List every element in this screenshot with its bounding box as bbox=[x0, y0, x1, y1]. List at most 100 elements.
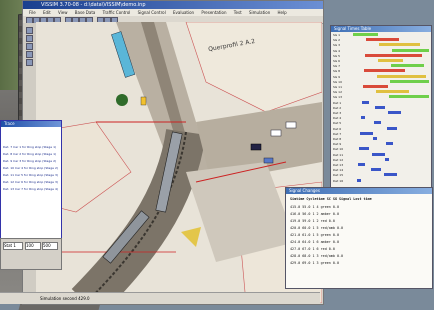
routes-mode-icon[interactable] bbox=[26, 43, 33, 50]
signal-row: SG 6 bbox=[333, 59, 429, 63]
signal-times-grid: SG 1 SG 2 SG 3 SG 4 SG 5 SG 6 SG 7 SG 8 SG 9 SG 1… bbox=[331, 33, 431, 187]
menu-help[interactable]: Help bbox=[278, 10, 287, 15]
window-title: VISSIM 3.70-08 - d:\data\VISSIM\demo.inp bbox=[41, 2, 146, 8]
connectors-mode-icon[interactable] bbox=[26, 35, 33, 42]
signal-row: Det 8 bbox=[333, 137, 429, 141]
signal-row: Det 7 bbox=[333, 131, 429, 136]
signal-row: Det 3 bbox=[333, 111, 429, 115]
signal-row: Det 15 bbox=[333, 173, 429, 177]
stat-field[interactable]: Stat 1 bbox=[3, 242, 23, 250]
signal-row-label: SG 5 bbox=[333, 53, 341, 58]
table-row: 427.0 67.0 1 6 red 0.0 bbox=[290, 247, 335, 251]
menu-base-data[interactable]: Base Data bbox=[75, 10, 96, 15]
signal-row-label: SG 3 bbox=[333, 43, 341, 48]
signal-bar bbox=[387, 126, 397, 130]
signal-row: SG 10 bbox=[333, 79, 429, 84]
trace-controls: Stat 1 100 500 bbox=[0, 238, 62, 270]
signal-bar bbox=[374, 121, 381, 125]
signal-row-label: Det 10 bbox=[333, 147, 344, 152]
signal-times-title[interactable]: Signal Times Table bbox=[331, 26, 431, 32]
signal-bar bbox=[377, 74, 426, 78]
signal-bar bbox=[384, 173, 397, 177]
signal-row: Det 12 bbox=[333, 157, 429, 162]
signal-row-label: SG 1 bbox=[333, 33, 341, 37]
signal-bar bbox=[375, 105, 385, 109]
trace-line: Det. 9 Car 3 for Ring stop (Stage 2) bbox=[3, 159, 57, 163]
signal-row-label: Det 8 bbox=[333, 137, 342, 141]
links-mode-icon[interactable] bbox=[26, 27, 33, 34]
trace-dialog-title[interactable]: Trace bbox=[1, 121, 61, 127]
table-row: 415.0 55.0 1 4 green 0.0 bbox=[290, 205, 339, 209]
signal-bar bbox=[362, 100, 369, 104]
table-row: 421.0 61.0 1 5 green 0.0 bbox=[290, 233, 339, 237]
menu-file[interactable]: File bbox=[29, 10, 36, 15]
value-field-2[interactable]: 500 bbox=[42, 242, 58, 250]
signal-row: Det 5 bbox=[333, 121, 429, 125]
signal-row-label: SG 2 bbox=[333, 38, 341, 43]
table-row: 419.0 59.0 1 2 red 0.0 bbox=[290, 219, 335, 223]
signal-bar bbox=[390, 79, 429, 83]
signal-row-label: SG 9 bbox=[333, 74, 341, 79]
signal-bar bbox=[386, 142, 393, 146]
signal-row-label: SG 4 bbox=[333, 48, 341, 53]
signal-changes-title[interactable]: Signal Changes bbox=[286, 188, 432, 194]
signal-row: SG 9 bbox=[333, 74, 429, 79]
menu-presentation[interactable]: Presentation bbox=[201, 10, 226, 15]
trace-line: Det. 7 Car 1 for Ring stop (Stage 1) bbox=[3, 145, 57, 149]
trace-line: Det. 8 Car 2 for Ring stop (Stage 1) bbox=[3, 152, 57, 156]
signal-row: Det 11 bbox=[333, 152, 429, 157]
table-row: 420.0 60.0 1 5 red/amb 0.0 bbox=[290, 226, 344, 230]
signal-heads-mode-icon[interactable] bbox=[26, 51, 33, 58]
signal-row-label: Det 11 bbox=[333, 152, 344, 157]
signal-row-label: Det 3 bbox=[333, 111, 342, 115]
signal-bar bbox=[366, 38, 399, 42]
menu-view[interactable]: View bbox=[58, 10, 68, 15]
signal-row: Det 10 bbox=[333, 147, 429, 151]
signal-row-label: Det 12 bbox=[333, 157, 344, 162]
signal-row: SG 12 bbox=[333, 90, 429, 94]
signal-row-label: Det 13 bbox=[333, 163, 344, 167]
signal-changes-panel: Signal Changes Simtime Cycletime SC SG S… bbox=[285, 187, 433, 289]
value-field-1[interactable]: 100 bbox=[25, 242, 41, 250]
trace-line: Det. 11 Car 5 for Ring stop (Stage 3) bbox=[3, 173, 59, 177]
menu-signal-control[interactable]: Signal Control bbox=[138, 10, 166, 15]
signal-row: SG 4 bbox=[333, 48, 429, 53]
signal-row: SG 11 bbox=[333, 85, 429, 89]
signal-row-label: Det 14 bbox=[333, 168, 344, 173]
signal-bar bbox=[361, 116, 365, 120]
signal-bar bbox=[388, 111, 401, 114]
signal-bar bbox=[360, 131, 373, 135]
signal-row-label: Det 15 bbox=[333, 173, 344, 178]
signal-changes-table: Simtime Cycletime SC SG Signal Lost time… bbox=[286, 195, 432, 287]
signal-bar bbox=[365, 53, 422, 57]
signal-row-label: SG 13 bbox=[333, 95, 342, 100]
signal-bar bbox=[391, 64, 424, 68]
trace-line: Det. 12 Car 6 for Ring stop (Stage 3) bbox=[3, 180, 59, 184]
signal-bar bbox=[379, 43, 420, 47]
detectors-mode-icon[interactable] bbox=[26, 59, 33, 66]
signal-row: Det 1 bbox=[333, 100, 429, 105]
signal-row-label: SG 12 bbox=[333, 90, 342, 95]
status-text: Simulation second 429.0 bbox=[40, 296, 90, 301]
signal-bar bbox=[371, 168, 381, 172]
menu-edit[interactable]: Edit bbox=[43, 10, 51, 15]
signal-row: Det 2 bbox=[333, 105, 429, 110]
signal-row: Det 13 bbox=[333, 163, 429, 167]
menu-evaluation[interactable]: Evaluation bbox=[173, 10, 194, 15]
menu-traffic-control[interactable]: Traffic Control bbox=[103, 10, 131, 15]
signal-times-panel: Signal Times Table SG 1 SG 2 SG 3 SG 4 SG 5S… bbox=[330, 25, 432, 189]
signal-row-label: Det 16 bbox=[333, 178, 344, 183]
signal-bar bbox=[358, 163, 365, 166]
signal-bar bbox=[385, 157, 389, 161]
table-row: 416.0 56.0 1 2 amber 0.0 bbox=[290, 212, 339, 216]
signal-row: SG 3 bbox=[333, 43, 429, 47]
signal-row-label: Det 2 bbox=[333, 105, 342, 110]
status-bar: Simulation second 429.0 bbox=[0, 292, 320, 304]
network-map[interactable]: Querprofil 2 A.2 bbox=[36, 22, 322, 303]
signal-row: SG 7 bbox=[333, 64, 429, 68]
menu-test[interactable]: Test bbox=[234, 10, 242, 15]
signal-row-label: SG 10 bbox=[333, 79, 342, 84]
menu-simulation[interactable]: Simulation bbox=[249, 10, 270, 15]
signal-bar bbox=[376, 90, 409, 94]
signal-row: Det 9 bbox=[333, 142, 429, 146]
